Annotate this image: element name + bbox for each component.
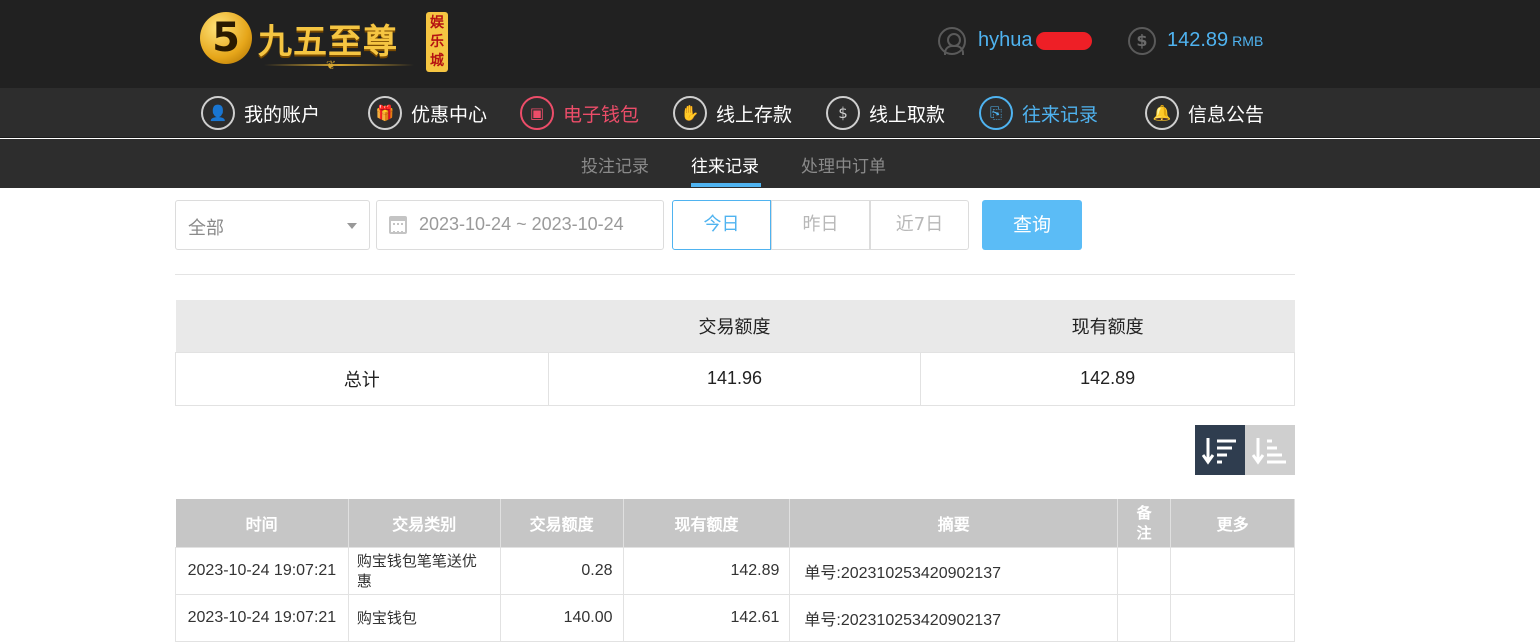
chevron-down-icon (347, 223, 357, 229)
nav-announcements[interactable]: 🔔 信息公告 (1145, 94, 1264, 132)
nav-label: 优惠中心 (411, 103, 488, 126)
col-note: 备注 (1117, 499, 1172, 547)
logo-swirl-icon: ❦ (326, 58, 337, 72)
records-icon: ⎘ (979, 96, 1013, 130)
row-time: 2023-10-24 19:07:21 (175, 546, 349, 595)
col-amount: 交易额度 (500, 499, 624, 547)
nav-label: 信息公告 (1188, 103, 1265, 126)
withdraw-icon: $ (826, 96, 860, 130)
records-header-row: 时间 交易类别 交易额度 现有额度 摘要 备注 更多 (175, 499, 1295, 547)
currency-label: RMB (1232, 33, 1264, 49)
date-range-value: 2023-10-24 ~ 2023-10-24 (419, 214, 624, 234)
type-select[interactable]: 全部 (175, 200, 370, 250)
col-balance: 现有额度 (623, 499, 791, 547)
row-more[interactable] (1170, 546, 1295, 595)
summary-header-empty (175, 300, 549, 352)
sort-descending-button[interactable] (1195, 425, 1245, 475)
redaction-mark (1036, 32, 1092, 50)
sort-ascending-button[interactable] (1245, 425, 1295, 475)
user-icon: 👤 (201, 96, 235, 130)
sort-descending-icon (1202, 438, 1236, 465)
deposit-icon: ✋ (673, 96, 707, 130)
main-nav: 👤 我的账户 🎁 优惠中心 ▣ 电子钱包 ✋ 线上存款 $ 线上取款 ⎘ 往来记… (0, 88, 1540, 138)
dollar-icon: $ (1128, 27, 1156, 55)
yesterday-button[interactable]: 昨日 (771, 200, 870, 250)
nav-e-wallet[interactable]: ▣ 电子钱包 (520, 94, 639, 132)
logo-ornament (264, 64, 414, 66)
row-category: 购宝钱包 (347, 593, 501, 642)
nav-label: 我的账户 (244, 103, 321, 126)
tab-bet-records[interactable]: 投注记录 (581, 152, 649, 177)
tab-pending-orders[interactable]: 处理中订单 (801, 152, 886, 177)
col-summary: 摘要 (789, 499, 1119, 547)
sub-nav: 投注记录 往来记录 处理中订单 (0, 139, 1540, 188)
records-table: 时间 交易类别 交易额度 现有额度 摘要 备注 更多 2023-10-24 19… (175, 499, 1295, 642)
wallet-icon: ▣ (520, 96, 554, 130)
balance-value: 142.89 (1167, 29, 1229, 51)
summary-header-current: 现有额度 (920, 300, 1295, 352)
row-time: 2023-10-24 19:07:21 (175, 593, 349, 642)
summary-header-row: 交易额度 现有额度 (175, 300, 1295, 352)
col-time: 时间 (175, 499, 349, 547)
table-row: 2023-10-24 19:07:21 购宝钱包 140.00 142.61 单… (175, 593, 1295, 642)
user-icon (938, 27, 966, 55)
gift-icon: 🎁 (368, 96, 402, 130)
nav-label: 线上存款 (716, 103, 793, 126)
nav-promotions[interactable]: 🎁 优惠中心 (368, 94, 487, 132)
top-header: 5 九五至尊 ❦ 娱 乐 城 hyhua $ 142.89 RMB (0, 0, 1540, 88)
summary-table: 交易额度 现有额度 总计 141.96 142.89 (175, 300, 1295, 406)
row-category: 购宝钱包笔笔送优惠 (347, 546, 501, 595)
nav-label: 往来记录 (1022, 103, 1099, 126)
nav-label: 线上取款 (869, 103, 946, 126)
row-more[interactable] (1170, 593, 1295, 642)
active-tab-indicator (691, 183, 761, 187)
row-note (1117, 593, 1172, 642)
summary-header-transaction: 交易额度 (548, 300, 921, 352)
summary-total-label: 总计 (175, 351, 549, 406)
bell-icon: 🔔 (1145, 96, 1179, 130)
col-more: 更多 (1170, 499, 1295, 547)
calendar-icon (389, 216, 407, 234)
nav-label: 电子钱包 (563, 103, 640, 126)
type-select-value: 全部 (188, 218, 224, 239)
logo-badge: 娱 乐 城 (426, 12, 448, 72)
row-note (1117, 546, 1172, 595)
row-balance: 142.61 (622, 593, 791, 642)
nav-my-account[interactable]: 👤 我的账户 (201, 94, 320, 132)
row-amount: 0.28 (499, 546, 624, 595)
username[interactable]: hyhua (978, 29, 1033, 52)
row-summary: 单号:202310253420902137 (789, 593, 1119, 642)
summary-transaction-total: 141.96 (547, 351, 922, 406)
table-row: 2023-10-24 19:07:21 购宝钱包笔笔送优惠 0.28 142.8… (175, 546, 1295, 595)
balance-display: 142.89 RMB (1167, 29, 1263, 52)
date-range-input[interactable]: 2023-10-24 ~ 2023-10-24 (376, 200, 664, 250)
summary-total-row: 总计 141.96 142.89 (175, 351, 1295, 406)
sort-ascending-icon (1252, 438, 1286, 465)
tab-transaction-records[interactable]: 往来记录 (691, 152, 759, 177)
logo-title: 九五至尊 (258, 22, 398, 62)
last-7-days-button[interactable]: 近7日 (870, 200, 969, 250)
divider (175, 274, 1295, 275)
nav-records[interactable]: ⎘ 往来记录 (979, 94, 1098, 132)
col-category: 交易类别 (348, 499, 501, 547)
nav-withdraw[interactable]: $ 线上取款 (826, 94, 945, 132)
today-button[interactable]: 今日 (672, 200, 771, 250)
logo-mark: 5 (200, 12, 252, 64)
query-button[interactable]: 查询 (982, 200, 1082, 250)
row-amount: 140.00 (499, 593, 624, 642)
row-summary: 单号:202310253420902137 (789, 546, 1119, 595)
site-logo[interactable]: 5 九五至尊 ❦ 娱 乐 城 (198, 8, 450, 74)
summary-current-total: 142.89 (920, 351, 1295, 406)
nav-deposit[interactable]: ✋ 线上存款 (673, 94, 792, 132)
row-balance: 142.89 (622, 546, 791, 595)
